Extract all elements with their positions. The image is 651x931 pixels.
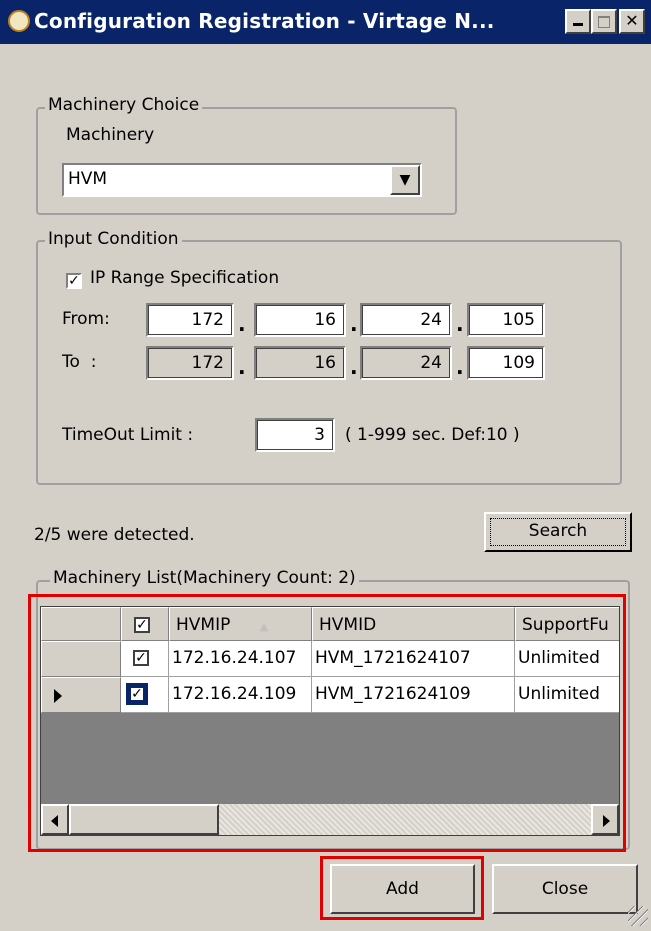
from-label: From: — [62, 309, 110, 329]
ip-dot: . — [456, 312, 464, 336]
ip-dot: . — [238, 355, 246, 379]
close-button[interactable]: Close — [492, 864, 638, 914]
machinery-select[interactable]: HVM ▼ — [62, 163, 422, 197]
window-title: Configuration Registration - Virtage N..… — [34, 9, 495, 33]
app-icon — [8, 10, 30, 32]
resize-grip[interactable] — [628, 906, 648, 926]
from-octet-4[interactable]: 105 — [467, 303, 545, 337]
machinery-choice-label: Machinery Choice — [45, 95, 203, 115]
search-button[interactable]: Search — [484, 512, 632, 552]
from-octet-3[interactable]: 24 — [360, 303, 452, 337]
minimize-button[interactable] — [565, 9, 591, 34]
to-label: To : — [62, 352, 97, 372]
ip-range-label[interactable]: IP Range Specification — [90, 268, 279, 288]
maximize-icon — [598, 16, 610, 28]
to-octet-1: 172 — [146, 346, 234, 380]
to-octet-2: 16 — [254, 346, 346, 380]
chevron-down-icon[interactable]: ▼ — [390, 165, 420, 195]
machinery-list-label: Machinery List(Machinery Count: 2) — [50, 568, 359, 588]
from-octet-2[interactable]: 16 — [254, 303, 346, 337]
timeout-label: TimeOut Limit : — [62, 425, 194, 445]
machinery-select-value: HVM — [68, 169, 108, 189]
ip-dot: . — [350, 312, 358, 336]
from-octet-1[interactable]: 172 — [146, 303, 234, 337]
input-condition-label: Input Condition — [45, 229, 182, 249]
machinery-choice-group — [36, 107, 457, 215]
ip-dot: . — [350, 355, 358, 379]
grid-highlight-box — [28, 594, 626, 852]
detected-status: 2/5 were detected. — [34, 525, 195, 545]
ip-dot: . — [238, 312, 246, 336]
close-window-button[interactable]: ✕ — [619, 9, 645, 34]
minimize-icon — [573, 23, 583, 26]
ip-range-checkbox[interactable]: ✓ — [66, 273, 82, 289]
maximize-button[interactable] — [591, 9, 617, 34]
timeout-input[interactable]: 3 — [255, 418, 335, 452]
timeout-hint: ( 1-999 sec. Def:10 ) — [345, 425, 520, 445]
ip-dot: . — [456, 355, 464, 379]
to-octet-3: 24 — [360, 346, 452, 380]
to-octet-4[interactable]: 109 — [467, 346, 545, 380]
close-icon: ✕ — [625, 11, 639, 30]
add-highlight-box — [320, 856, 484, 920]
machinery-label: Machinery — [66, 125, 155, 145]
